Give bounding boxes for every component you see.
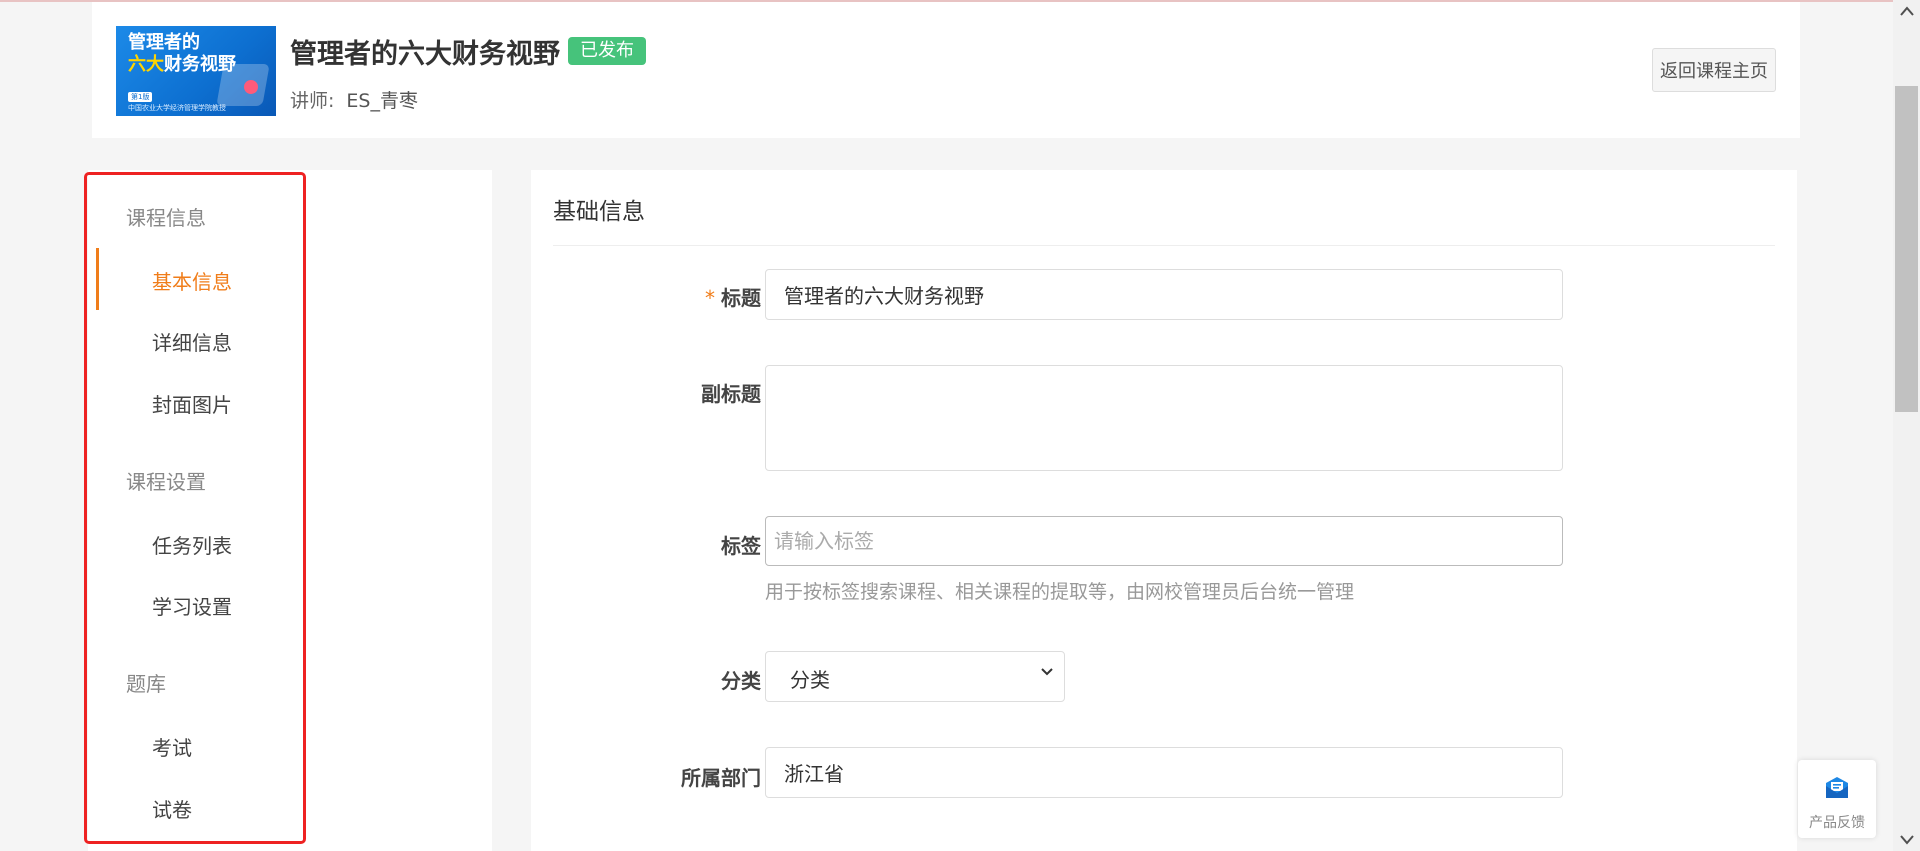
title-label: * 标题	[705, 286, 761, 310]
feedback-button[interactable]: 产品反馈	[1798, 760, 1876, 838]
cover-line-2-yellow: 六大	[128, 54, 164, 75]
department-label: 所属部门	[681, 766, 761, 790]
category-label: 分类	[721, 669, 761, 693]
cover-tag: 第1版	[128, 92, 153, 102]
back-to-course-button[interactable]: 返回课程主页	[1652, 48, 1776, 92]
main-panel: 基础信息 *标题 副标题 标签 用于按标签搜索课程、相关课程的提取等，由网校管理…	[531, 170, 1797, 851]
tags-input[interactable]	[765, 516, 1563, 566]
subtitle-label: 副标题	[701, 382, 761, 406]
sidebar-group-course-info: 课程信息	[126, 206, 206, 230]
sidebar-item-cover-image[interactable]: 封面图片	[152, 389, 232, 418]
sidebar-item-exam[interactable]: 考试	[152, 732, 192, 761]
scrollbar-thumb[interactable]	[1895, 86, 1918, 412]
category-select[interactable]: 分类	[765, 651, 1065, 702]
instructor-label: 讲师:	[290, 90, 335, 112]
scroll-up-arrow-icon[interactable]	[1900, 6, 1914, 16]
sidebar-item-study-settings[interactable]: 学习设置	[152, 591, 232, 620]
section-divider	[553, 245, 1775, 246]
section-title: 基础信息	[553, 199, 645, 225]
course-cover-image: 管理者的 六大财务视野 第1版 中国农业大学经济管理学院教授	[116, 26, 276, 116]
sidebar-group-question-bank: 题库	[126, 672, 166, 696]
cover-line-1: 管理者的	[128, 32, 200, 53]
sidebar-active-indicator	[96, 248, 99, 310]
cover-line-2: 六大财务视野	[128, 54, 236, 76]
sidebar-item-task-list[interactable]: 任务列表	[152, 530, 232, 559]
sidebar	[88, 170, 492, 851]
title-input[interactable]	[765, 269, 1563, 320]
cover-illustration-dot	[244, 80, 258, 94]
scroll-down-arrow-icon[interactable]	[1900, 835, 1914, 845]
category-selected-value: 分类	[790, 668, 830, 692]
subtitle-textarea[interactable]	[765, 365, 1563, 471]
instructor-name: ES_青枣	[346, 90, 418, 112]
sidebar-item-basic-info[interactable]: 基本信息	[152, 266, 232, 295]
required-mark: *	[705, 286, 715, 310]
instructor: 讲师: ES_青枣	[290, 86, 418, 113]
sidebar-group-course-settings: 课程设置	[126, 470, 206, 494]
feedback-message-icon	[1826, 777, 1848, 798]
course-title: 管理者的六大财务视野	[290, 39, 560, 70]
cover-footer: 中国农业大学经济管理学院教授	[128, 104, 226, 112]
sidebar-item-detail-info[interactable]: 详细信息	[152, 327, 232, 356]
page: 管理者的 六大财务视野 第1版 中国农业大学经济管理学院教授 管理者的六大财务视…	[0, 0, 1920, 851]
department-input[interactable]	[765, 747, 1563, 798]
cover-illustration	[216, 64, 270, 106]
tags-help-text: 用于按标签搜索课程、相关课程的提取等，由网校管理员后台统一管理	[765, 581, 1355, 603]
sidebar-item-paper[interactable]: 试卷	[152, 794, 192, 823]
status-badge: 已发布	[568, 37, 646, 65]
feedback-label: 产品反馈	[1809, 815, 1865, 831]
course-header: 管理者的 六大财务视野 第1版 中国农业大学经济管理学院教授 管理者的六大财务视…	[92, 2, 1800, 138]
chevron-down-icon	[1041, 668, 1053, 676]
tags-label: 标签	[721, 534, 761, 558]
